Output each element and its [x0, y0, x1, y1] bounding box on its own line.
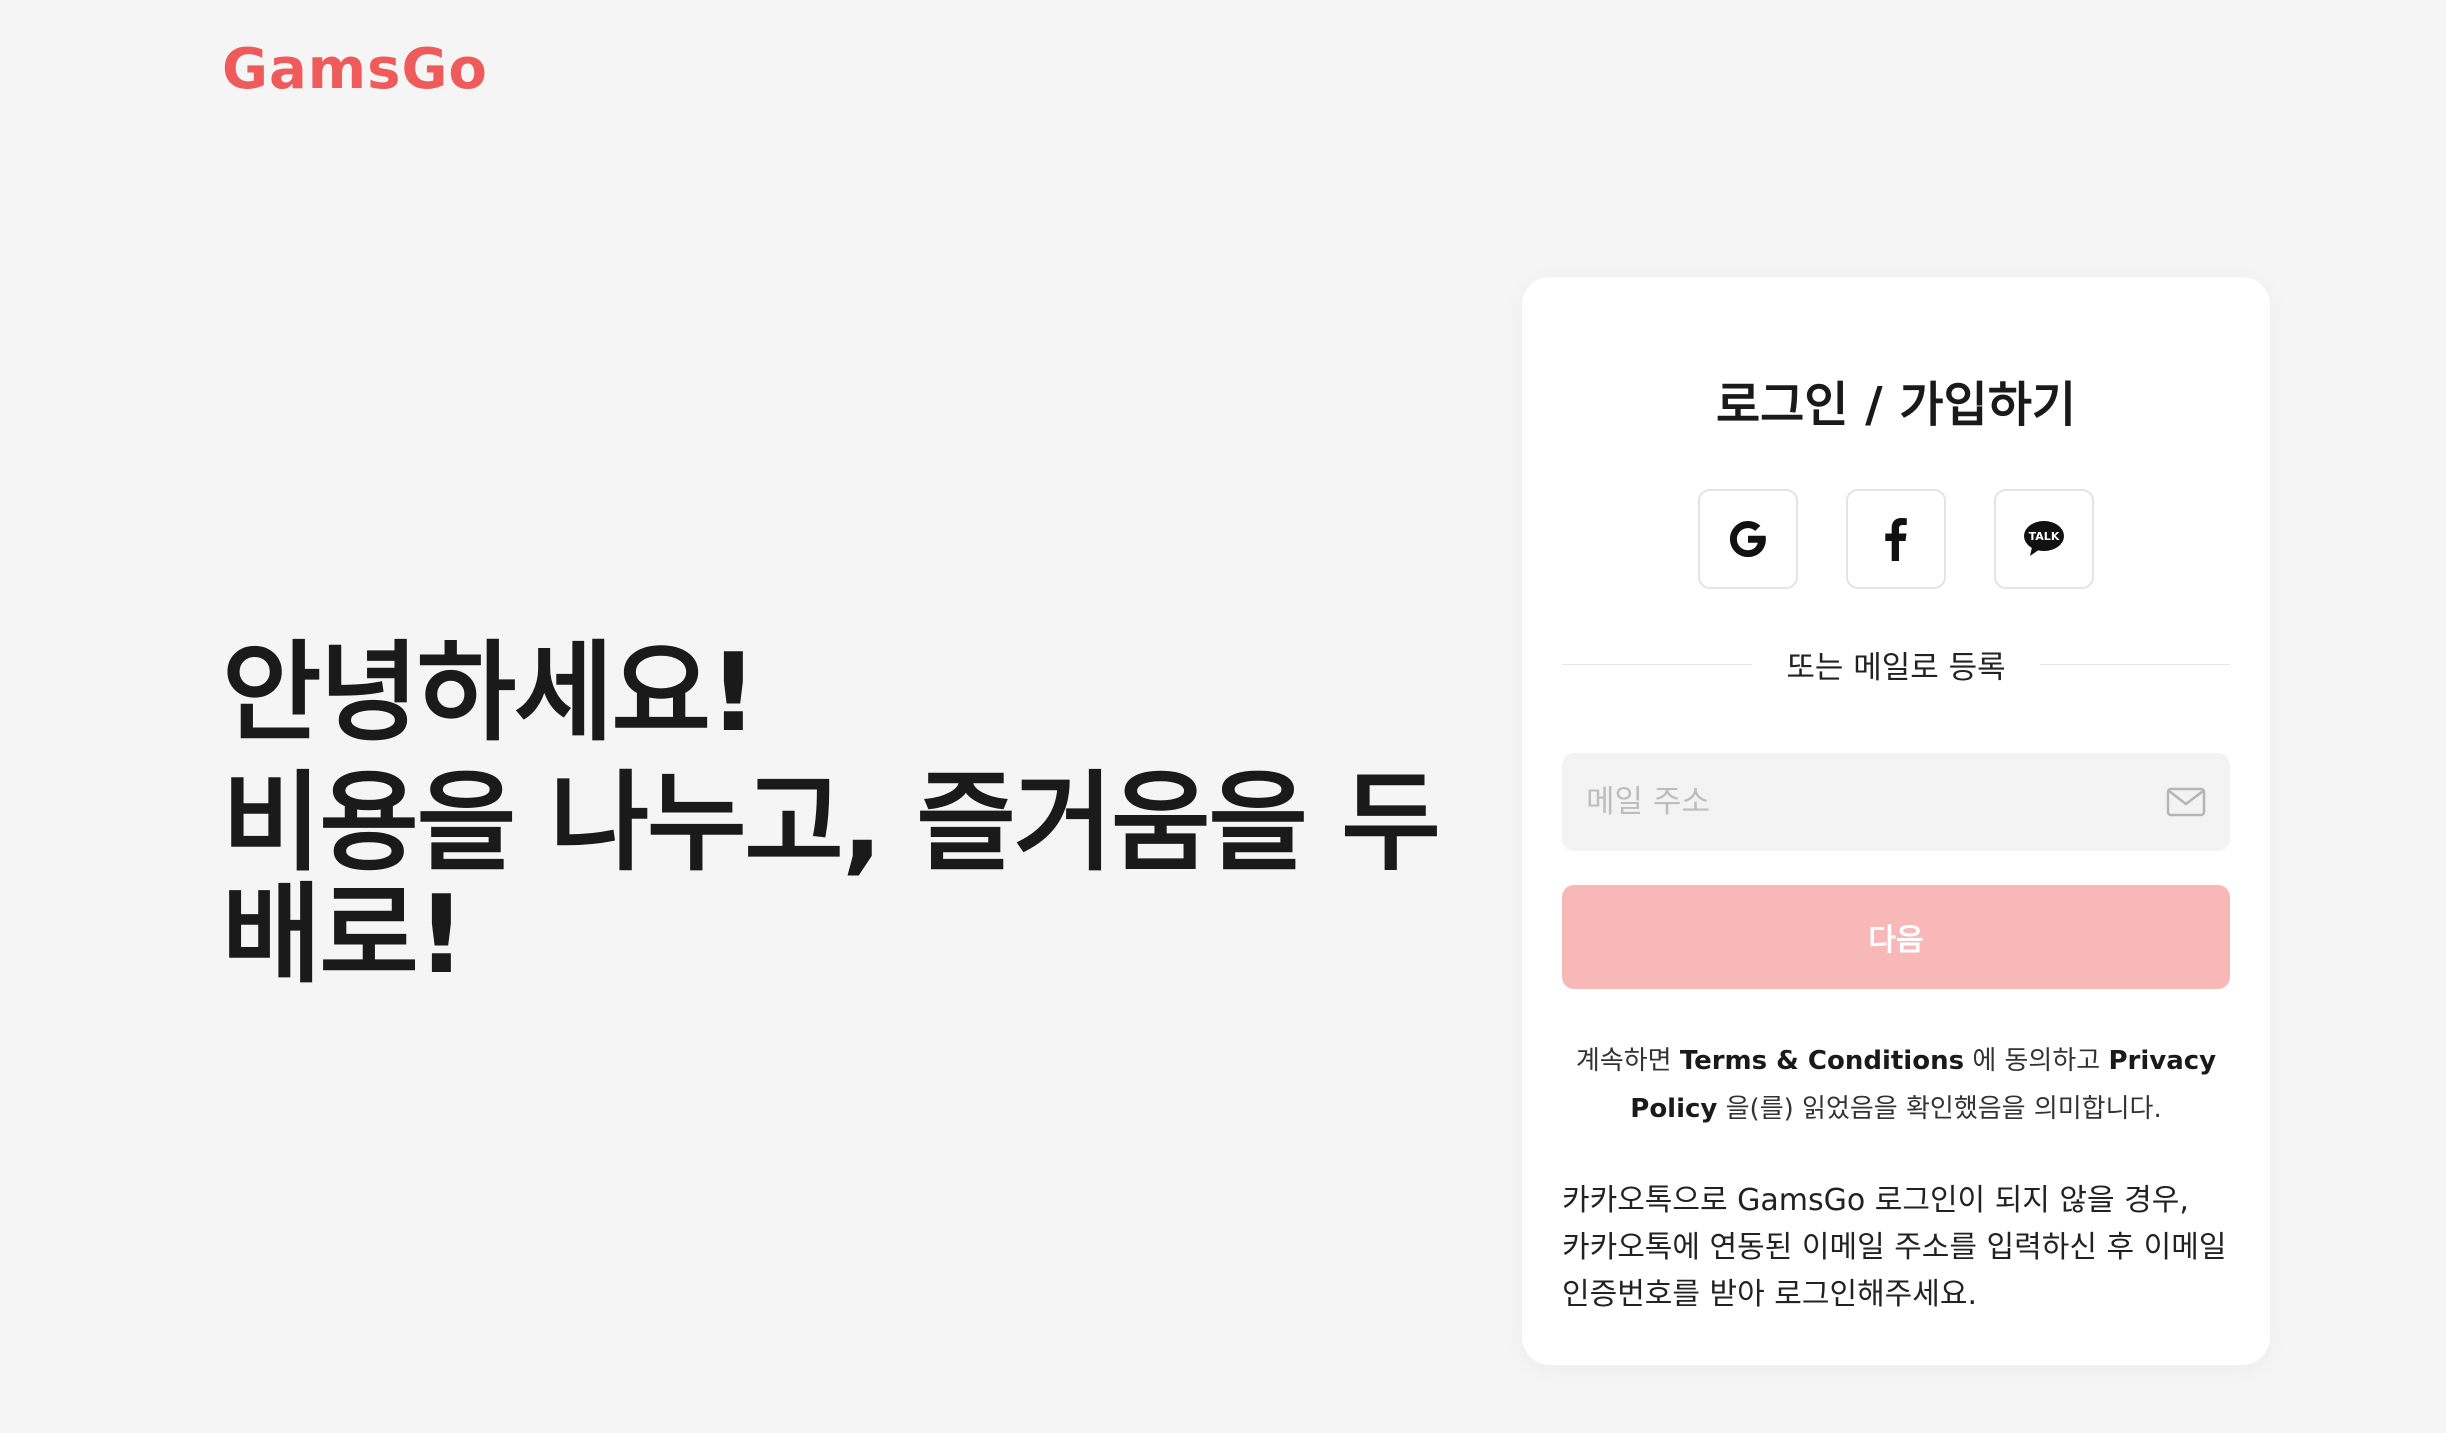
- login-card: 로그인 / 가입하기 TALK 또는 메일로 등록 메일 주소 다음 계속하면 …: [1522, 277, 2270, 1365]
- google-login-button[interactable]: [1698, 489, 1798, 589]
- hero-greeting: 안녕하세요!: [222, 631, 758, 756]
- social-login-row: TALK: [1522, 489, 2270, 589]
- email-field: [1562, 753, 2230, 851]
- terms-conditions-link[interactable]: Terms & Conditions: [1680, 1046, 1964, 1076]
- login-title: 로그인 / 가입하기: [1715, 377, 2077, 433]
- facebook-login-button[interactable]: [1846, 489, 1946, 589]
- divider-line-left: [1562, 663, 1753, 665]
- hero-tagline: 비용을 나누고, 즐거움을 두 배로!: [222, 761, 1441, 998]
- email-input[interactable]: [1562, 753, 2166, 851]
- mail-icon: [2166, 787, 2206, 817]
- kakao-login-note: 카카오톡으로 GamsGo 로그인이 되지 않을 경우, 카카오톡에 연동된 이…: [1562, 1183, 2227, 1312]
- terms-prefix: 계속하면: [1575, 1046, 1672, 1076]
- kakaotalk-icon: TALK: [2024, 521, 2064, 556]
- terms-middle: 에 동의하고: [1972, 1046, 2101, 1076]
- google-icon: [1729, 520, 1766, 558]
- divider-line-right: [2039, 663, 2231, 665]
- terms-notice: 계속하면 Terms & Conditions 에 동의하고 Privacy P…: [1562, 1037, 2230, 1133]
- divider-text: 또는 메일로 등록: [1786, 649, 2006, 686]
- kakaotalk-icon-text: TALK: [2029, 530, 2060, 543]
- next-button[interactable]: 다음: [1562, 885, 2230, 989]
- gamsgo-logo[interactable]: GamsGo: [222, 36, 488, 104]
- or-divider: 또는 메일로 등록: [1562, 639, 2231, 689]
- hero-section: 안녕하세요! 비용을 나누고, 즐거움을 두 배로!: [222, 620, 1452, 992]
- terms-suffix: 을(를) 읽었음을 확인했음을 의미합니다.: [1725, 1094, 2162, 1124]
- facebook-icon: [1885, 518, 1907, 561]
- login-page: GamsGo 안녕하세요! 비용을 나누고, 즐거움을 두 배로! 로그인 / …: [0, 0, 2446, 1433]
- kakaotalk-login-button[interactable]: TALK: [1994, 489, 2094, 589]
